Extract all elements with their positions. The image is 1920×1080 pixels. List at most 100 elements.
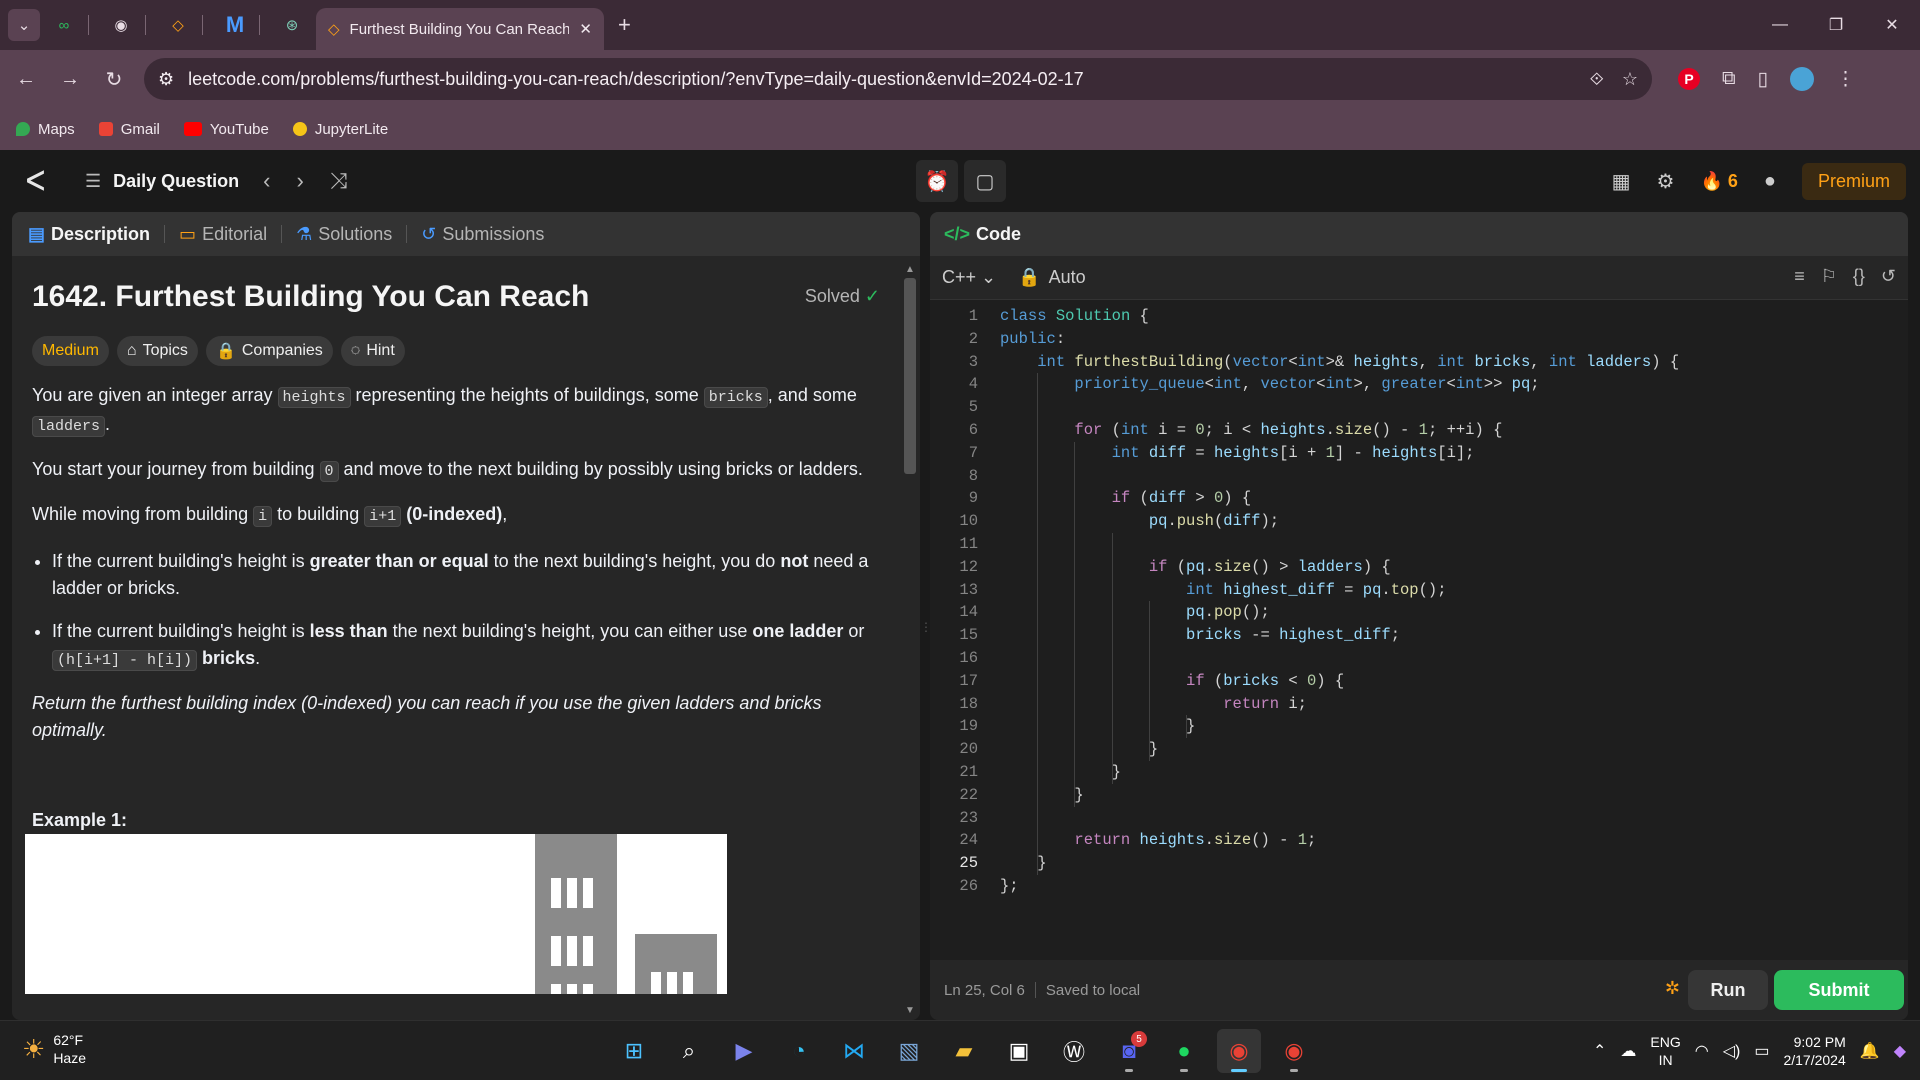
show-hidden-icons-icon[interactable]: ⌃ (1593, 1041, 1606, 1061)
tab-description[interactable]: ▤ Description (28, 224, 150, 245)
tab-submissions[interactable]: ↺ Submissions (421, 224, 544, 245)
onedrive-icon[interactable]: ☁ (1620, 1041, 1636, 1061)
format-icon[interactable]: ≡ (1794, 266, 1805, 287)
daily-question-link[interactable]: ☰ Daily Question (85, 171, 239, 192)
restore-icon[interactable]: ❐ (1808, 0, 1864, 50)
user-avatar[interactable]: ● (1764, 170, 1776, 193)
volume-icon[interactable]: ◁) (1723, 1041, 1741, 1061)
terminal-icon[interactable]: ▧ (887, 1029, 931, 1073)
code-text: return heights.size() - 1; (1074, 831, 1317, 850)
bookmark-gmail[interactable]: Gmail (98, 121, 160, 138)
braces-icon[interactable]: {} (1853, 266, 1865, 287)
line-number: 12 (959, 557, 978, 576)
close-window-icon[interactable]: ✕ (1864, 0, 1920, 50)
search-icon[interactable]: ⌕ (667, 1029, 711, 1073)
layout-icon[interactable]: ▦ (1612, 169, 1631, 194)
code-text: pq.push(diff); (1148, 512, 1280, 531)
discord-icon[interactable]: ◙ 5 (1107, 1029, 1151, 1073)
debug-icon[interactable]: ✲ (1665, 978, 1680, 999)
scroll-down-icon[interactable]: ▼ (905, 1005, 915, 1016)
new-tab-icon[interactable]: + (618, 12, 631, 38)
edge-icon[interactable]: ◔ (777, 1029, 821, 1073)
weather-widget[interactable]: ☀ 62°F Haze (22, 1031, 86, 1067)
profile-avatar[interactable] (1790, 67, 1815, 91)
description-scrollbar[interactable]: ▲ ▼ (902, 264, 916, 1016)
url-text[interactable]: leetcode.com/problems/furthest-building-… (188, 69, 1572, 90)
tab-solutions[interactable]: ⚗ Solutions (296, 224, 392, 245)
translate-icon[interactable]: ⟐ (1590, 69, 1604, 90)
list-item: If the current building's height is grea… (52, 548, 880, 602)
pinned-tab-icon[interactable]: ∞ (48, 9, 80, 41)
bookmark-youtube[interactable]: YouTube (183, 121, 269, 138)
wifi-icon[interactable]: ◠ (1695, 1041, 1709, 1061)
prev-problem-icon[interactable]: ‹ (263, 168, 270, 194)
bookmark-star-icon[interactable]: ☆ (1622, 69, 1638, 90)
minimize-icon[interactable]: — (1752, 0, 1808, 50)
topics-chip[interactable]: ⌂ Topics (116, 336, 198, 366)
language-indicator[interactable]: ENG IN (1650, 1033, 1680, 1069)
bookmark-maps[interactable]: Maps (16, 121, 75, 138)
extensions-icon[interactable]: ⧉ (1722, 68, 1736, 90)
line-number: 7 (968, 443, 978, 462)
chrome-icon[interactable]: ◉ (1217, 1029, 1261, 1073)
close-tab-icon[interactable]: ✕ (579, 20, 592, 38)
store-icon[interactable]: ▣ (997, 1029, 1041, 1073)
start-icon[interactable]: ⊞ (612, 1029, 656, 1073)
menu-icon[interactable]: ⋮ (1836, 68, 1855, 91)
forward-icon[interactable]: → (52, 61, 88, 97)
vscode-icon[interactable]: ⋈ (832, 1029, 876, 1073)
word-icon[interactable]: Ⓦ (1052, 1029, 1096, 1073)
panel-resize-handle[interactable]: ⋮ (920, 620, 932, 650)
pinterest-icon[interactable]: P (1678, 68, 1700, 90)
clock[interactable]: 9:02 PM 2/17/2024 (1783, 1033, 1845, 1069)
shuffle-icon[interactable]: ⤨ (330, 168, 348, 194)
notifications-bell-icon[interactable]: 🔔 (1860, 1041, 1880, 1061)
notes-icon[interactable]: ▢ (964, 160, 1006, 202)
run-button[interactable]: Run (1688, 970, 1768, 1010)
description-tabs: ▤ Description ▭ Editorial ⚗ Solutions ↺ Subm… (12, 212, 920, 256)
save-status: Saved to local (1045, 981, 1141, 999)
window-row (551, 936, 593, 966)
tab-search-icon[interactable]: ⌄ (8, 9, 40, 41)
window-row (551, 984, 593, 994)
timer-icon[interactable]: ⏰ (916, 160, 958, 202)
mode-select[interactable]: 🔒 Auto (1018, 267, 1085, 288)
settings-gear-icon[interactable]: ⚙ (1657, 169, 1675, 194)
bookmark-jupyterlite[interactable]: JupyterLite (292, 121, 388, 138)
medium-tab-icon[interactable]: M (219, 9, 251, 41)
submit-button[interactable]: Submit (1774, 970, 1904, 1010)
rules-list: If the current building's height is grea… (32, 548, 880, 674)
address-toolbar: ← → ↻ ⚙ leetcode.com/problems/furthest-b… (0, 50, 1920, 108)
reload-icon[interactable]: ↻ (96, 61, 132, 97)
side-panel-icon[interactable]: ▯ (1758, 68, 1768, 91)
battery-icon[interactable]: ▭ (1754, 1041, 1769, 1061)
scroll-up-icon[interactable]: ▲ (905, 264, 915, 275)
hint-chip[interactable]: ◌ Hint (340, 336, 405, 366)
leetcode-tab-icon[interactable]: ◇ (162, 9, 194, 41)
spotify-icon[interactable]: ● (1162, 1029, 1206, 1073)
chatgpt-tab-icon[interactable]: ⊛ (276, 9, 308, 41)
file-explorer-icon[interactable]: ▰ (942, 1029, 986, 1073)
url-bar[interactable]: ⚙ leetcode.com/problems/furthest-buildin… (144, 58, 1652, 100)
reset-icon[interactable]: ↺ (1881, 266, 1896, 287)
language-select[interactable]: C++ ⌄ (942, 267, 996, 288)
scrollbar-thumb[interactable] (904, 278, 916, 474)
site-info-icon[interactable]: ⚙ (158, 69, 174, 90)
code-text: int diff = heights[i + 1] - heights[i]; (1111, 443, 1475, 462)
leetcode-logo-icon[interactable]: ᐸ (26, 166, 45, 197)
back-icon[interactable]: ← (8, 61, 44, 97)
premium-button[interactable]: Premium (1801, 162, 1906, 200)
github-icon[interactable]: ◉ (105, 9, 137, 41)
meet-icon[interactable]: ▶ (722, 1029, 766, 1073)
companies-chip[interactable]: 🔒 Companies (205, 336, 333, 366)
code-text: if (bricks < 0) { (1186, 671, 1345, 690)
tab-editorial[interactable]: ▭ Editorial (179, 224, 267, 245)
editor-tools: ≡ ⚐ {} ↺ (1794, 266, 1896, 287)
active-tab[interactable]: ◇ Furthest Building You Can Reach ✕ (316, 8, 604, 50)
bookmark-icon[interactable]: ⚐ (1821, 266, 1837, 287)
next-problem-icon[interactable]: › (296, 168, 303, 194)
chrome-profile-icon[interactable]: ◉ (1272, 1029, 1316, 1073)
copilot-icon[interactable]: ◆ (1894, 1041, 1906, 1061)
code-editor[interactable]: 1 class Solution {2 public: 3 int furthestB… (930, 300, 1908, 960)
streak-counter[interactable]: 🔥 6 (1700, 171, 1737, 192)
